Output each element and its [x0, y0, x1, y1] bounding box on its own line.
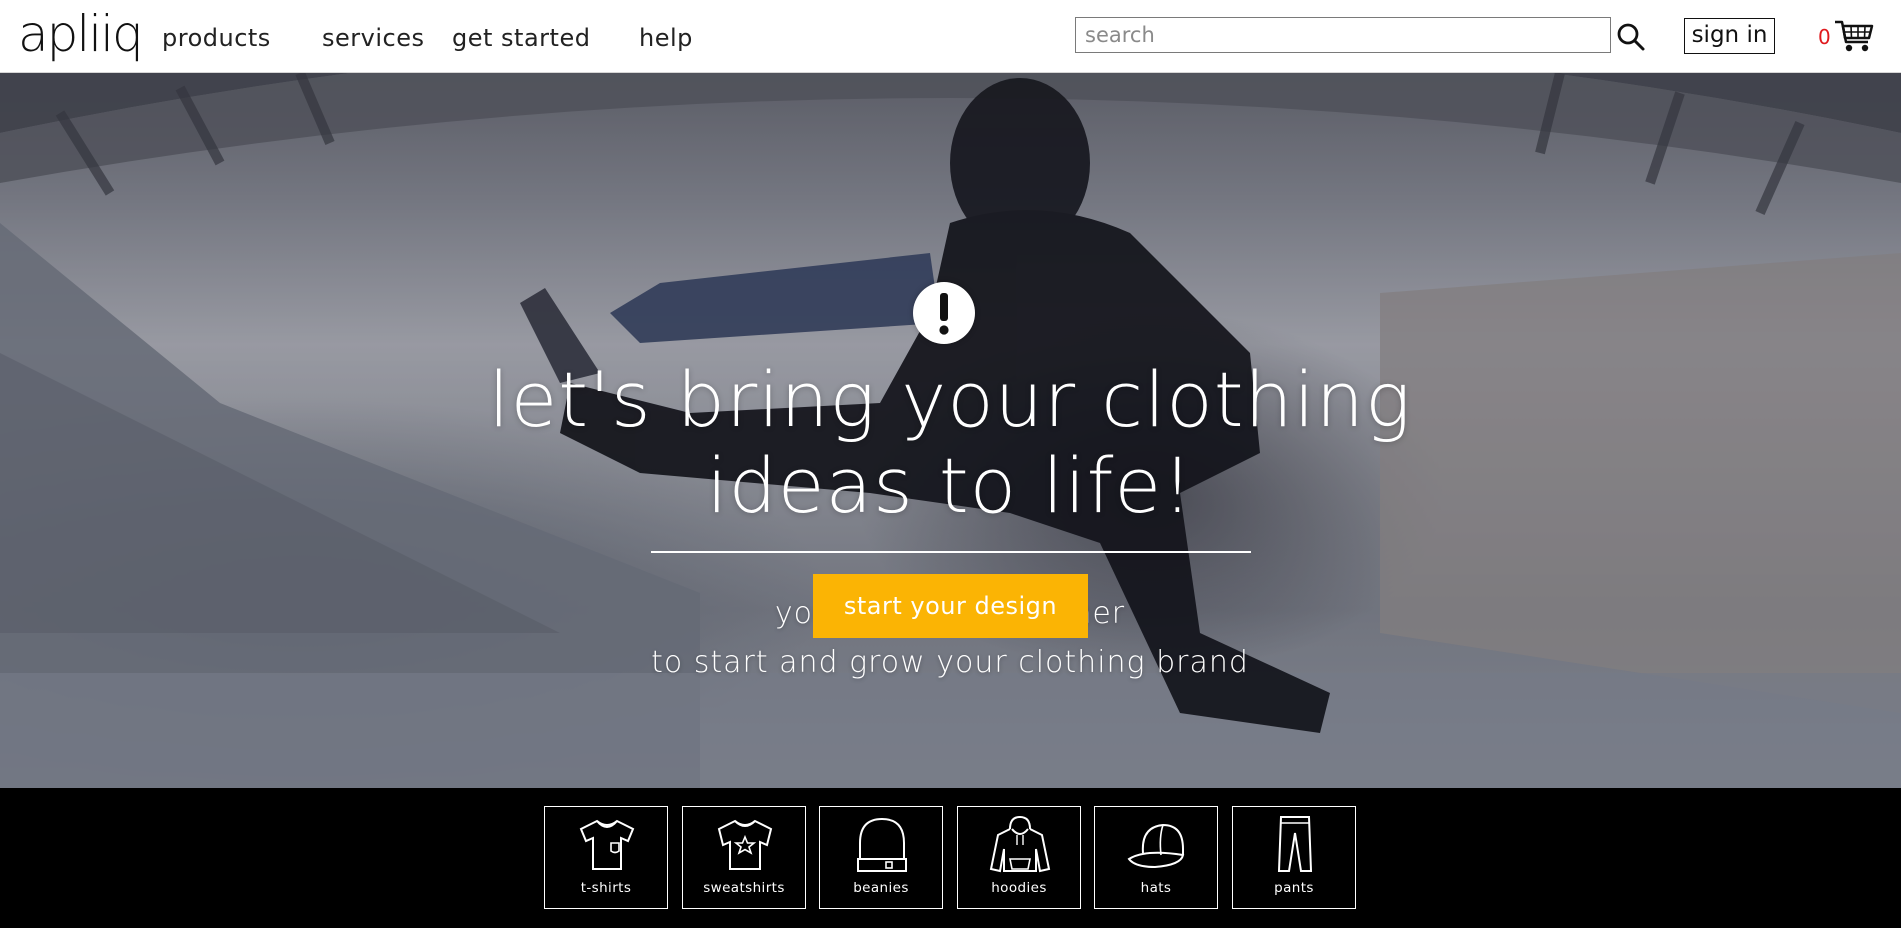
nav-help[interactable]: help — [639, 24, 693, 52]
exclamation-icon — [939, 293, 949, 335]
category-label: pants — [1274, 880, 1314, 896]
category-sweatshirts[interactable]: sweatshirts — [682, 806, 806, 909]
hero-headline: let's bring your clothing ideas to life! — [350, 357, 1550, 529]
hoodie-icon — [989, 815, 1051, 873]
cart-count: 0 — [1818, 25, 1831, 49]
hero-subtitle-line2: to start and grow your clothing brand — [651, 645, 1249, 680]
site-header: apliiq products services get started hel… — [0, 0, 1901, 73]
category-hoodies[interactable]: hoodies — [957, 806, 1081, 909]
t-shirt-icon — [579, 819, 635, 870]
beanie-icon — [857, 817, 907, 872]
exclamation-badge — [913, 282, 975, 344]
hat-icon — [1127, 823, 1185, 869]
category-label: t-shirts — [580, 880, 632, 896]
hero-divider — [651, 551, 1251, 553]
hero-banner: let's bring your clothing ideas to life!… — [0, 73, 1901, 788]
nav-services[interactable]: services — [322, 24, 424, 52]
category-pants[interactable]: pants — [1232, 806, 1356, 909]
hero-headline-line1: let's bring your clothing — [488, 355, 1412, 444]
search-input[interactable] — [1075, 17, 1611, 53]
start-design-button[interactable]: start your design — [813, 574, 1088, 638]
nav-products[interactable]: products — [162, 24, 271, 52]
category-label: hats — [1140, 880, 1172, 896]
category-label: hoodies — [991, 880, 1047, 896]
shopping-cart-icon[interactable] — [1834, 18, 1874, 54]
search-icon[interactable] — [1616, 22, 1646, 52]
category-beanies[interactable]: beanies — [819, 806, 943, 909]
category-strip: t-shirts sweatshirts beanies hoodies hat… — [0, 788, 1901, 928]
category-label: beanies — [853, 880, 909, 896]
nav-get-started[interactable]: get started — [452, 24, 590, 52]
sweatshirt-icon — [717, 819, 773, 870]
category-label: sweatshirts — [703, 880, 785, 896]
sign-in-button[interactable]: sign in — [1684, 18, 1775, 54]
category-hats[interactable]: hats — [1094, 806, 1218, 909]
pants-icon — [1277, 816, 1313, 872]
hero-headline-line2: ideas to life! — [706, 441, 1194, 530]
apliiq-logo[interactable]: apliiq — [18, 4, 144, 64]
category-t-shirts[interactable]: t-shirts — [544, 806, 668, 909]
